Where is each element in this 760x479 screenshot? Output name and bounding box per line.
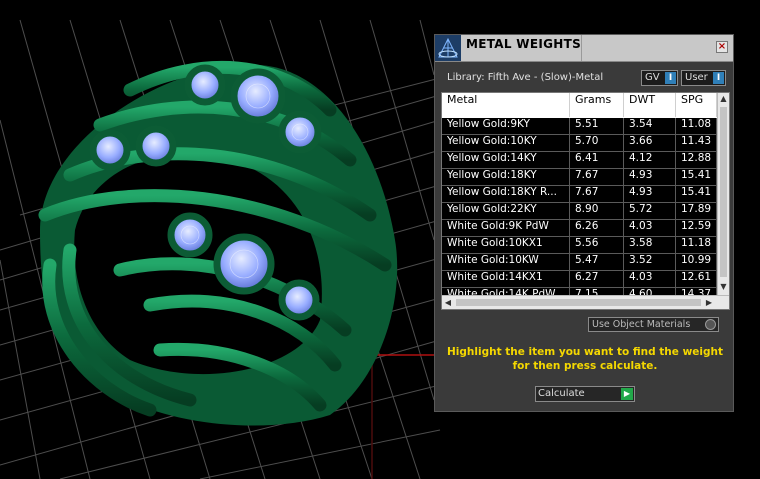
dwt-cell: 4.03	[624, 220, 676, 236]
dwt-cell: 4.93	[624, 169, 676, 185]
gv-toggle-label: GV	[645, 72, 660, 83]
vertical-scroll-thumb[interactable]	[720, 107, 727, 277]
table-row[interactable]: Yellow Gold:10KY 5.70 3.66 11.43	[442, 135, 717, 152]
grams-cell: 5.51	[570, 118, 624, 134]
spg-cell: 15.41	[676, 186, 717, 202]
grams-cell: 5.70	[570, 135, 624, 151]
scroll-up-icon[interactable]: ▲	[718, 93, 729, 105]
metal-cell: White Gold:14KX1	[442, 271, 570, 287]
user-toggle-label: User	[685, 72, 708, 83]
table-row[interactable]: White Gold:14KX1 6.27 4.03 12.61	[442, 271, 717, 288]
dwt-cell: 3.58	[624, 237, 676, 253]
dwt-cell: 4.12	[624, 152, 676, 168]
wireframe-logo-icon	[435, 35, 461, 61]
user-toggle[interactable]: User I	[681, 70, 726, 86]
radio-icon[interactable]	[705, 319, 716, 330]
horizontal-scroll-thumb[interactable]	[456, 299, 701, 306]
grams-cell: 7.67	[570, 169, 624, 185]
use-object-materials-label: Use Object Materials	[592, 319, 691, 330]
metal-table: Metal Grams DWT SPG Yellow Gold:9KY 5.51 3…	[441, 92, 730, 310]
scroll-down-icon[interactable]: ▼	[718, 281, 729, 293]
horizontal-scrollbar[interactable]: ◀ ▶	[442, 295, 729, 309]
title-divider	[581, 35, 582, 61]
metal-cell: Yellow Gold:10KY	[442, 135, 570, 151]
grams-cell: 6.41	[570, 152, 624, 168]
close-icon[interactable]: ×	[716, 41, 728, 53]
spg-cell: 11.43	[676, 135, 717, 151]
metal-weights-panel: METAL WEIGHTS × Library: Fifth Ave - (Sl…	[434, 34, 734, 412]
play-arrow-icon[interactable]: ▶	[621, 388, 633, 400]
table-row[interactable]: White Gold:9K PdW 6.26 4.03 12.59	[442, 220, 717, 237]
table-row[interactable]: Yellow Gold:9KY 5.51 3.54 11.08	[442, 118, 717, 135]
dwt-cell: 4.93	[624, 186, 676, 202]
table-row[interactable]: Yellow Gold:14KY 6.41 4.12 12.88	[442, 152, 717, 169]
spg-cell: 11.08	[676, 118, 717, 134]
instruction-text: Highlight the item you want to find the …	[445, 345, 725, 373]
spg-cell: 15.41	[676, 169, 717, 185]
use-object-materials-toggle[interactable]: Use Object Materials	[588, 317, 719, 332]
gv-toggle[interactable]: GV I	[641, 70, 678, 86]
metal-cell: Yellow Gold:22KY	[442, 203, 570, 219]
table-row[interactable]: White Gold:10KX1 5.56 3.58 11.18	[442, 237, 717, 254]
calculate-button[interactable]: Calculate ▶	[535, 386, 635, 402]
scroll-right-icon[interactable]: ▶	[703, 296, 715, 309]
metal-cell: White Gold:10KX1	[442, 237, 570, 253]
grams-cell: 8.90	[570, 203, 624, 219]
instruction-line-2: for then press calculate.	[512, 360, 658, 372]
panel-titlebar[interactable]: METAL WEIGHTS ×	[435, 35, 733, 62]
spg-cell: 10.99	[676, 254, 717, 270]
metal-cell: Yellow Gold:18KY R...	[442, 186, 570, 202]
dwt-cell: 3.54	[624, 118, 676, 134]
table-row[interactable]: Yellow Gold:22KY 8.90 5.72 17.89	[442, 203, 717, 220]
spg-cell: 17.89	[676, 203, 717, 219]
calculate-label: Calculate	[538, 388, 585, 399]
toggle-knob-icon: I	[665, 72, 676, 84]
table-row[interactable]: White Gold:10KW 5.47 3.52 10.99	[442, 254, 717, 271]
metal-cell: White Gold:9K PdW	[442, 220, 570, 236]
table-header: Metal Grams DWT SPG	[442, 93, 717, 117]
dwt-cell: 3.52	[624, 254, 676, 270]
metal-cell: Yellow Gold:14KY	[442, 152, 570, 168]
toggle-knob-icon: I	[713, 72, 724, 84]
instruction-line-1: Highlight the item you want to find the …	[447, 346, 723, 358]
grams-cell: 5.56	[570, 237, 624, 253]
library-label: Library: Fifth Ave - (Slow)-Metal	[447, 72, 604, 83]
dwt-cell: 4.03	[624, 271, 676, 287]
column-header-grams[interactable]: Grams	[570, 93, 624, 117]
table-row[interactable]: Yellow Gold:18KY R... 7.67 4.93 15.41	[442, 186, 717, 203]
table-body: Yellow Gold:9KY 5.51 3.54 11.08 Yellow Gold…	[442, 118, 717, 305]
spg-cell: 12.61	[676, 271, 717, 287]
grams-cell: 7.67	[570, 186, 624, 202]
spg-cell: 11.18	[676, 237, 717, 253]
vertical-scrollbar[interactable]: ▲ ▼	[717, 93, 729, 295]
spg-cell: 12.88	[676, 152, 717, 168]
panel-title: METAL WEIGHTS	[466, 37, 582, 51]
metal-cell: Yellow Gold:9KY	[442, 118, 570, 134]
column-header-spg[interactable]: SPG	[676, 93, 717, 117]
dwt-cell: 3.66	[624, 135, 676, 151]
spg-cell: 12.59	[676, 220, 717, 236]
grams-cell: 6.27	[570, 271, 624, 287]
column-header-dwt[interactable]: DWT	[624, 93, 676, 117]
metal-cell: Yellow Gold:18KY	[442, 169, 570, 185]
ring-model[interactable]	[38, 60, 398, 426]
column-header-metal[interactable]: Metal	[442, 93, 570, 117]
grams-cell: 5.47	[570, 254, 624, 270]
grams-cell: 6.26	[570, 220, 624, 236]
metal-cell: White Gold:10KW	[442, 254, 570, 270]
scroll-left-icon[interactable]: ◀	[442, 296, 454, 309]
dwt-cell: 5.72	[624, 203, 676, 219]
table-row[interactable]: Yellow Gold:18KY 7.67 4.93 15.41	[442, 169, 717, 186]
